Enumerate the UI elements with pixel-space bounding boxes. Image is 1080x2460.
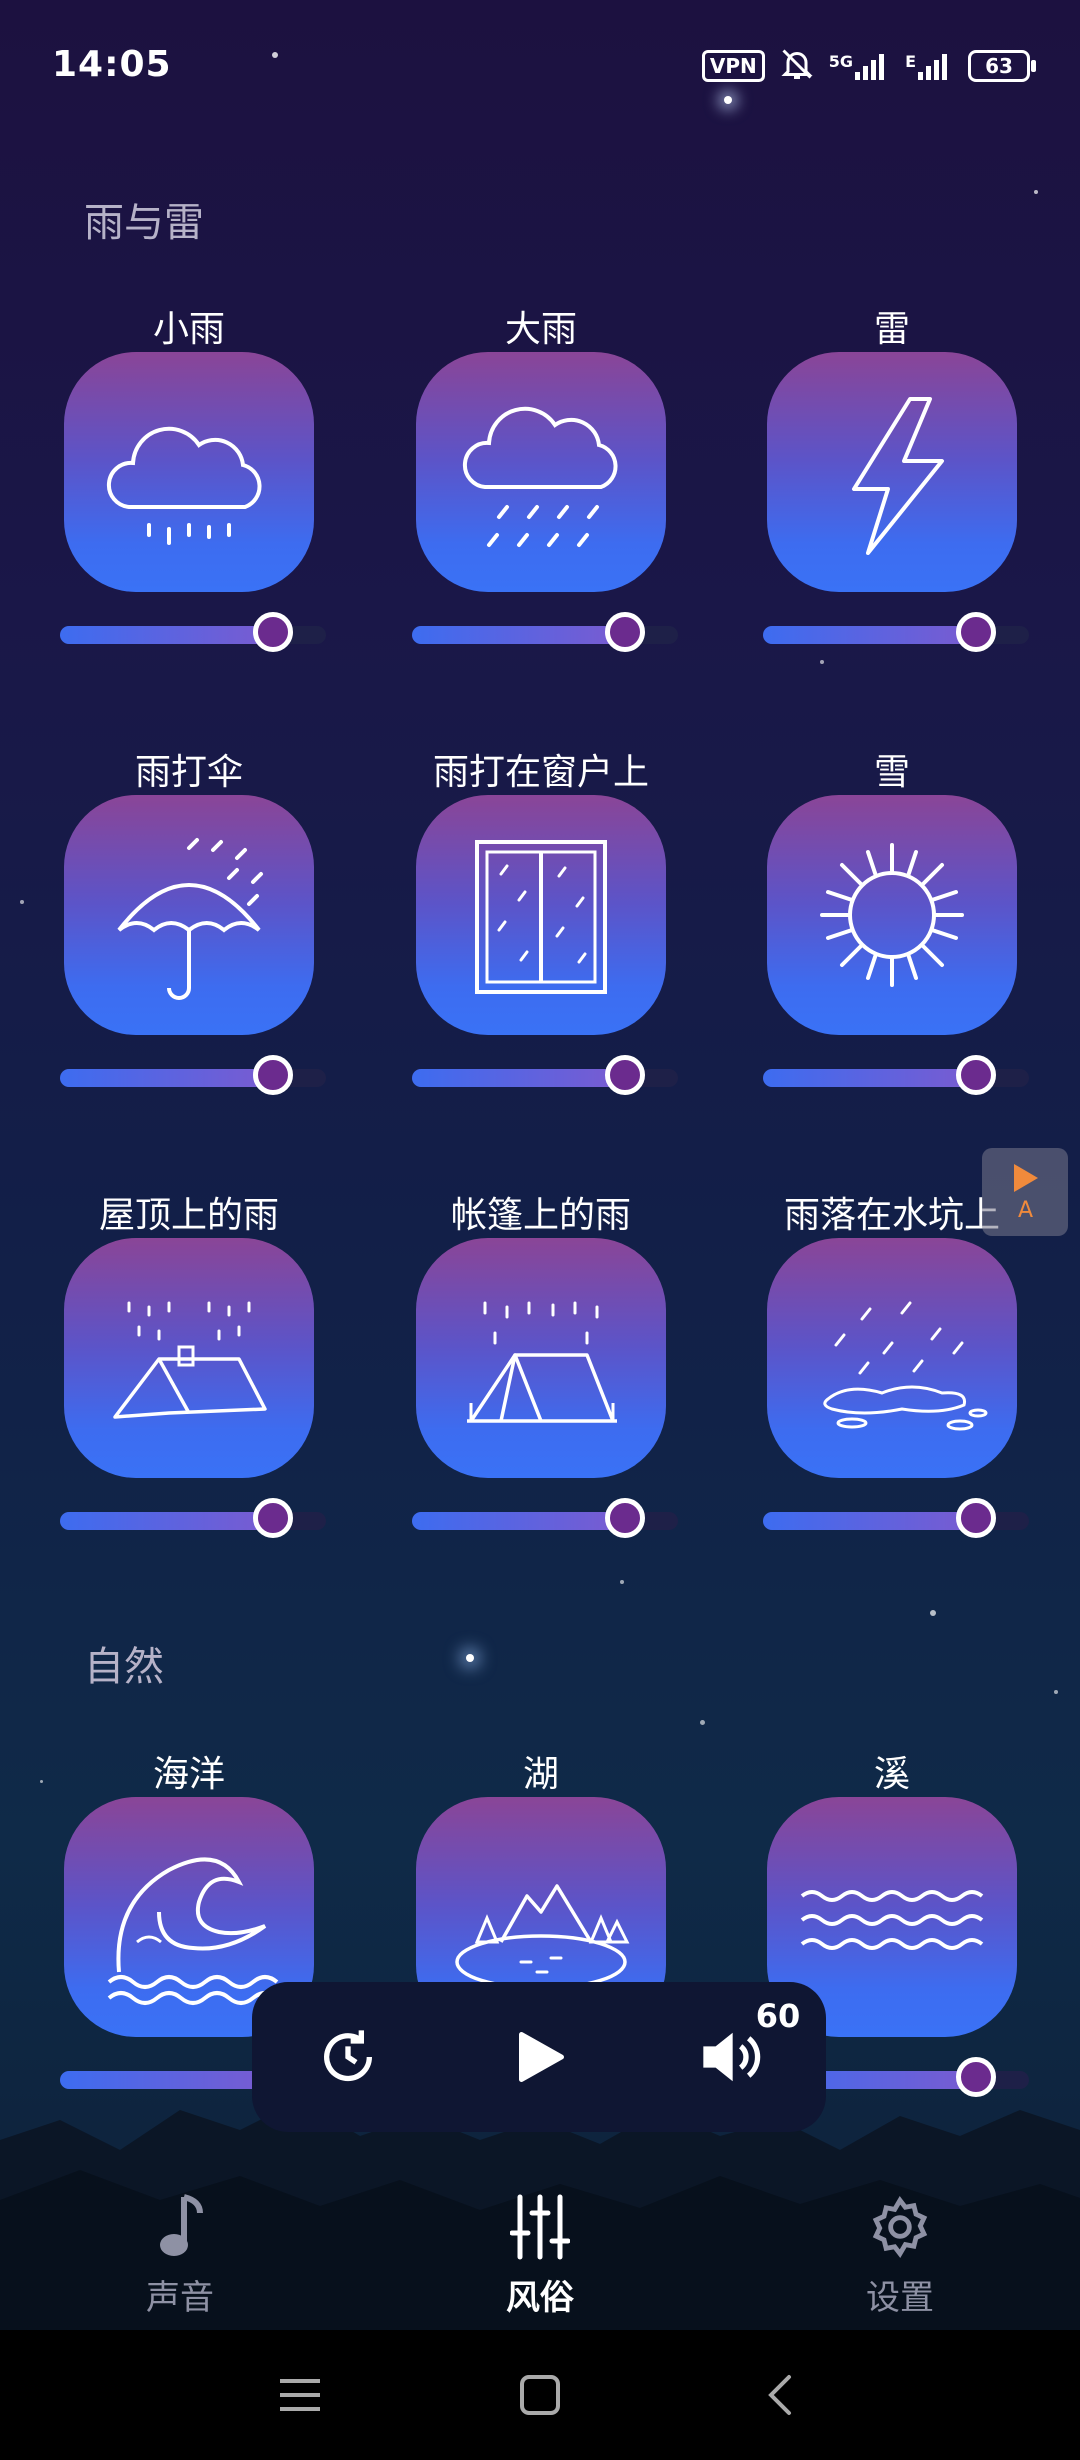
tent-rain-icon [441, 1263, 641, 1453]
vpn-indicator: VPN [701, 50, 765, 82]
umbrella-rain-icon [89, 820, 289, 1010]
slider-fill [60, 1512, 273, 1530]
volume-slider[interactable] [412, 1055, 678, 1095]
network-label: 5G [828, 52, 854, 71]
slider-knob[interactable] [252, 1055, 293, 1095]
light-rain-icon [89, 377, 289, 567]
ocean-wave-icon [89, 1822, 289, 2012]
window-rain-button[interactable] [416, 795, 666, 1035]
snowflake-icon [792, 820, 992, 1010]
tile-name: 雪 [873, 752, 910, 793]
play-icon [518, 2032, 564, 2082]
tile-name: 大雨 [504, 309, 577, 350]
volume-slider[interactable] [763, 612, 1029, 652]
tile-name: 小雨 [152, 309, 225, 350]
tile-name: 海洋 [152, 1754, 225, 1795]
volume-slider[interactable] [763, 1498, 1029, 1538]
tent-rain-button[interactable] [416, 1238, 666, 1478]
silent-bell-icon [779, 46, 815, 86]
window-rain-icon [441, 820, 641, 1010]
roof-rain-button[interactable] [64, 1238, 314, 1478]
home-button[interactable] [510, 2370, 570, 2420]
music-note-icon [160, 2194, 203, 2256]
tile-name: 屋顶上的雨 [98, 1195, 279, 1236]
signal-e-icon: E [905, 52, 954, 80]
tile-name: 雨打在窗户上 [432, 752, 649, 793]
slider-knob[interactable] [252, 1498, 293, 1538]
tile-name: 湖 [522, 1754, 559, 1795]
thunder-button[interactable] [767, 352, 1017, 592]
menu-icon [280, 2379, 320, 2411]
slider-knob[interactable] [604, 1498, 645, 1538]
section-title-nature: 自然 [84, 1644, 164, 1690]
status-time: 14:05 [52, 44, 172, 85]
tab-sounds[interactable]: 声音 [100, 2190, 260, 2319]
side-button-text: A [1018, 1198, 1034, 1223]
floating-translate-button[interactable]: A [982, 1148, 1068, 1236]
timer-icon [323, 2030, 372, 2082]
slider-fill [763, 1069, 976, 1087]
status-icons: VPN 5G E 63 [701, 46, 1036, 86]
back-button[interactable] [750, 2370, 810, 2420]
heavy-rain-icon [441, 377, 641, 567]
volume-slider[interactable] [412, 612, 678, 652]
slider-knob[interactable] [252, 612, 293, 652]
tab-mixer[interactable]: 风俗 [460, 2190, 620, 2319]
slider-fill [412, 1512, 625, 1530]
roof-rain-icon [89, 1263, 289, 1453]
slider-fill [60, 626, 273, 644]
volume-value: 60 [755, 1997, 801, 2035]
slider-fill [763, 1512, 976, 1530]
slider-fill [60, 1069, 273, 1087]
volume-slider[interactable] [60, 1055, 326, 1095]
slider-fill [763, 626, 976, 644]
slider-knob[interactable] [604, 1055, 645, 1095]
volume-slider[interactable] [60, 1498, 326, 1538]
tab-settings[interactable]: 设置 [820, 2190, 980, 2319]
recent-apps-button[interactable] [270, 2370, 330, 2420]
tile-name: 雨打伞 [134, 752, 243, 793]
player-bar: 60 [252, 1982, 826, 2132]
slider-knob[interactable] [955, 1055, 996, 1095]
system-navigation-bar [0, 2330, 1080, 2460]
volume-slider[interactable] [763, 1055, 1029, 1095]
status-bar: 14:05 VPN 5G E 63 [0, 0, 1080, 130]
bottom-tab-bar: 声音 风俗 设置 [0, 2170, 1080, 2330]
puddle-rain-button[interactable] [767, 1238, 1017, 1478]
slider-knob[interactable] [604, 612, 645, 652]
tile-name: 雷 [873, 309, 910, 350]
thunder-icon [792, 377, 992, 567]
section-title-rain: 雨与雷 [84, 200, 204, 246]
tab-label: 设置 [866, 2278, 934, 2318]
mixer-sliders-icon [510, 2194, 570, 2260]
volume-slider[interactable] [412, 1498, 678, 1538]
slider-fill [412, 1069, 625, 1087]
gear-icon [872, 2196, 928, 2258]
battery-indicator: 63 [968, 50, 1036, 82]
slider-knob[interactable] [955, 1498, 996, 1538]
light-rain-button[interactable] [64, 352, 314, 592]
tile-name: 溪 [873, 1754, 910, 1795]
umbrella-rain-button[interactable] [64, 795, 314, 1035]
signal-5g-icon: 5G [829, 52, 891, 80]
tab-label: 声音 [146, 2278, 214, 2318]
slider-knob[interactable] [955, 612, 996, 652]
play-button[interactable] [499, 2017, 579, 2097]
heavy-rain-button[interactable] [416, 352, 666, 592]
network2-label: E [905, 52, 916, 71]
home-square-icon [520, 2375, 560, 2415]
tile-name: 帐篷上的雨 [450, 1195, 631, 1236]
puddle-rain-icon [792, 1263, 992, 1453]
timer-button[interactable] [308, 2017, 388, 2097]
stream-icon [792, 1822, 992, 2012]
slider-fill [412, 626, 625, 644]
volume-button[interactable]: 60 [690, 1997, 800, 2097]
back-chevron-icon [768, 2375, 791, 2415]
volume-slider[interactable] [60, 612, 326, 652]
tab-label: 风俗 [506, 2278, 574, 2318]
snow-button[interactable] [767, 795, 1017, 1035]
